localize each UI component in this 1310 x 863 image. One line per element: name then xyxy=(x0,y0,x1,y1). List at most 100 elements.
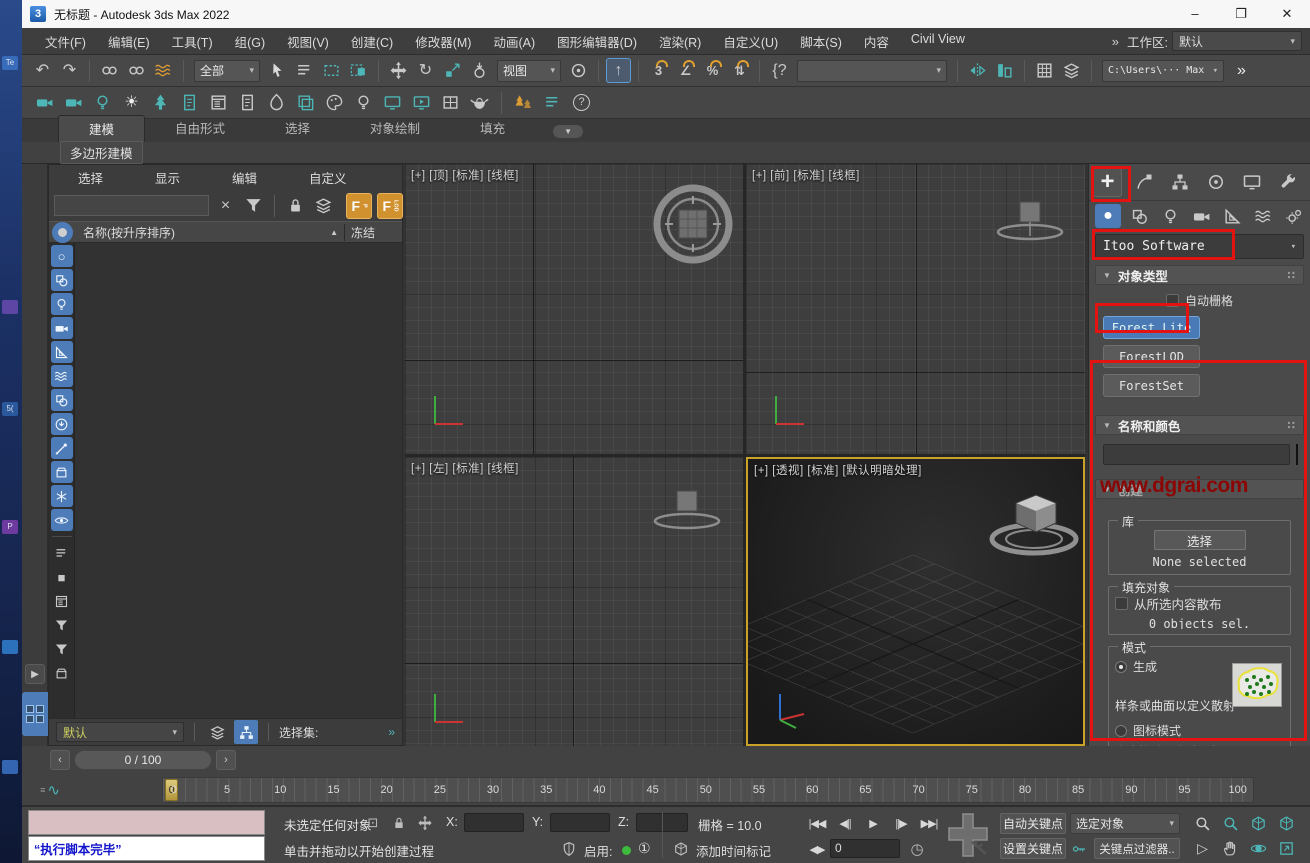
rollout-name-color-header[interactable]: ▼ 名称和颜色 ∷ xyxy=(1095,415,1304,435)
time-configuration-icon[interactable]: ◷ xyxy=(906,838,928,860)
viewport-front-label[interactable]: [+] [前] [标准] [线框] xyxy=(752,167,860,183)
forest-lod-badge-icon[interactable]: FLOD xyxy=(377,193,403,219)
display-xrefs-icon[interactable] xyxy=(51,413,73,435)
absolute-mode-icon[interactable] xyxy=(414,812,436,834)
badge-one-icon[interactable]: ① xyxy=(638,840,651,857)
menu-item[interactable]: 图形编辑器(D) xyxy=(546,32,648,51)
geometry-category-icon[interactable]: ● xyxy=(1095,204,1121,228)
select-and-scale-icon[interactable] xyxy=(440,58,465,83)
hierarchy-tab-icon[interactable] xyxy=(1165,168,1194,197)
add-time-tag[interactable]: 添加时间标记 xyxy=(696,841,771,860)
basket-icon[interactable] xyxy=(51,662,73,684)
explorer-menu-item[interactable]: 自定义 xyxy=(296,168,360,187)
desktop-icon[interactable]: 5( xyxy=(2,402,18,416)
create-camera-icon[interactable] xyxy=(32,90,57,115)
display-properties-icon[interactable] xyxy=(51,590,73,612)
ribbon-tab-对象绘制[interactable]: 对象绘制 xyxy=(340,115,450,142)
display-groups-icon[interactable] xyxy=(51,389,73,411)
play-icon[interactable]: ▶ xyxy=(860,813,886,834)
menu-item[interactable]: 动画(A) xyxy=(482,32,546,51)
teapot-icon[interactable] xyxy=(467,90,492,115)
object-name-input[interactable] xyxy=(1103,444,1290,465)
scene-explorer-toggle-icon[interactable] xyxy=(1032,58,1057,83)
key-pose-icon[interactable] xyxy=(1068,838,1090,860)
desktop-icon[interactable] xyxy=(2,760,18,774)
light-lister-icon[interactable] xyxy=(351,90,376,115)
hierarchy-mode-icon[interactable] xyxy=(311,193,336,218)
display-lights-icon[interactable] xyxy=(51,293,73,315)
viewport-perspective-label[interactable]: [+] [透视] [标准] [默认明暗处理] xyxy=(754,462,922,478)
helpers-category-icon[interactable] xyxy=(1219,204,1245,228)
use-pivot-center-icon[interactable] xyxy=(566,58,591,83)
desktop-icon[interactable] xyxy=(2,640,18,654)
window-crossing-icon[interactable] xyxy=(346,58,371,83)
render-ring-icon[interactable] xyxy=(264,90,289,115)
animation-preview-icon[interactable] xyxy=(409,90,434,115)
render-tree-icon[interactable] xyxy=(235,90,260,115)
default-set-dropdown[interactable]: 默认▾ xyxy=(56,722,184,742)
viewport-left[interactable]: [+] [左] [标准] [线框] xyxy=(405,457,743,746)
go-to-start-icon[interactable]: |◀◀ xyxy=(804,813,830,834)
key-filters-button[interactable]: 关键点过滤器.. xyxy=(1094,838,1180,859)
set-key-button[interactable]: 设置关键点 xyxy=(1000,838,1066,859)
autogrid-checkbox[interactable] xyxy=(1166,294,1179,307)
footer-overflow-icon[interactable]: » xyxy=(388,725,395,739)
systems-category-icon[interactable] xyxy=(1281,204,1307,228)
toolbar-overflow-icon[interactable]: » xyxy=(1229,58,1254,83)
viewport-perspective[interactable]: [+] [透视] [标准] [默认明暗处理] xyxy=(746,457,1085,746)
next-frame-icon[interactable]: ||▶ xyxy=(888,813,914,834)
display-helpers-icon[interactable] xyxy=(51,341,73,363)
foliage-tree-icon[interactable] xyxy=(148,90,173,115)
rendered-frame-window-icon[interactable] xyxy=(293,90,318,115)
footer-hierarchy-icon[interactable] xyxy=(234,720,258,744)
ribbon-minimize-icon[interactable]: ▼ xyxy=(553,125,583,138)
ribbon-tab-选择[interactable]: 选择 xyxy=(255,115,340,142)
zoom-region-icon[interactable]: ▷ xyxy=(1190,837,1215,859)
menu-item[interactable]: 修改器(M) xyxy=(404,32,482,51)
percent-snap-icon[interactable]: % xyxy=(700,58,725,83)
library-select-button[interactable]: 选择 xyxy=(1154,530,1246,550)
expand-dock-icon[interactable]: ▶ xyxy=(25,664,45,684)
pan-hand-icon[interactable] xyxy=(1218,837,1243,859)
y-coordinate-field[interactable] xyxy=(550,813,610,832)
filter-icon[interactable] xyxy=(51,638,73,660)
search-filter-icon[interactable] xyxy=(241,193,266,218)
category-dropdown[interactable]: Itoo Software▾ xyxy=(1095,234,1304,259)
cameras-category-icon[interactable] xyxy=(1188,204,1214,228)
layer-manager-icon[interactable] xyxy=(1059,58,1084,83)
lock-explorer-icon[interactable] xyxy=(283,193,308,218)
selection-lock-toggle-icon[interactable] xyxy=(388,812,410,834)
menu-item[interactable]: Civil View xyxy=(900,32,976,51)
clear-search-icon[interactable]: × xyxy=(213,193,238,218)
display-list-icon[interactable] xyxy=(51,542,73,564)
go-to-end-icon[interactable]: ▶▶| xyxy=(916,813,942,834)
select-object-icon[interactable] xyxy=(265,58,290,83)
select-and-place-icon[interactable] xyxy=(467,58,492,83)
display-hidden-icon[interactable] xyxy=(51,509,73,531)
modify-tab-icon[interactable] xyxy=(1129,168,1158,197)
daylight-icon[interactable]: ☀ xyxy=(119,90,144,115)
display-containers-icon[interactable] xyxy=(51,461,73,483)
viewport-left-label[interactable]: [+] [左] [标准] [线框] xyxy=(411,460,519,476)
menu-item[interactable]: 文件(F) xyxy=(34,32,97,51)
radio-column-icon[interactable] xyxy=(56,226,69,239)
object-color-swatch[interactable] xyxy=(1296,444,1298,465)
unlink-selection-icon[interactable] xyxy=(124,58,149,83)
material-editor-icon[interactable] xyxy=(322,90,347,115)
viewport-top-label[interactable]: [+] [顶] [标准] [线框] xyxy=(411,167,519,183)
display-geometry-icon[interactable]: ○ xyxy=(51,245,73,267)
forest-icon-front-object[interactable] xyxy=(990,194,1070,254)
display-bones-icon[interactable] xyxy=(51,437,73,459)
footer-layers-icon[interactable] xyxy=(205,720,229,744)
desktop-icon[interactable] xyxy=(2,300,18,314)
ribbon-tab-建模[interactable]: 建模 xyxy=(58,115,145,142)
viewport-front[interactable]: [+] [前] [标准] [线框] xyxy=(746,164,1085,454)
zoom-extents-icon[interactable] xyxy=(1246,812,1271,834)
menu-overflow-icon[interactable]: » xyxy=(1104,34,1127,49)
frozen-column-header[interactable]: 冻结 xyxy=(344,224,402,241)
selection-lock-icon[interactable]: ↑ xyxy=(606,58,631,83)
forest-list-icon[interactable] xyxy=(540,90,565,115)
select-and-link-icon[interactable] xyxy=(97,58,122,83)
filter-settings-icon[interactable] xyxy=(51,614,73,636)
generate-radio[interactable] xyxy=(1115,661,1127,673)
